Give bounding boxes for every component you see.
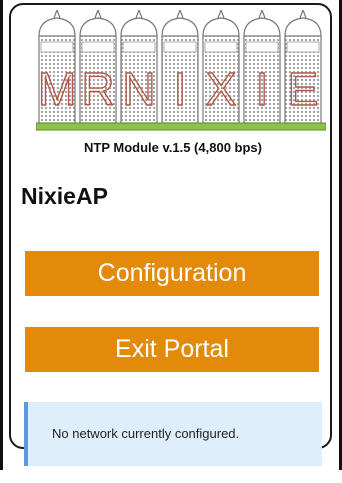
nixie-letter: I bbox=[174, 63, 187, 115]
nixie-tube: I bbox=[243, 8, 281, 124]
nixie-tube: M bbox=[37, 8, 77, 124]
nixie-tube: X bbox=[202, 8, 240, 124]
window-edge-left bbox=[0, 0, 3, 470]
exit-portal-button[interactable]: Exit Portal bbox=[25, 327, 319, 372]
nixie-tube: R bbox=[79, 8, 117, 124]
mr-nixie-logo: MRNIXIE bbox=[35, 8, 327, 135]
nixie-letter: M bbox=[38, 63, 76, 115]
page-title: NixieAP bbox=[21, 183, 108, 209]
configuration-button[interactable]: Configuration bbox=[25, 251, 319, 296]
nixie-tube: E bbox=[284, 8, 322, 124]
module-version-label: NTP Module v.1.5 (4,800 bps) bbox=[84, 140, 262, 155]
nixie-letter: R bbox=[81, 63, 114, 115]
nixie-letter: I bbox=[256, 63, 269, 115]
status-message-text: No network currently configured. bbox=[52, 426, 240, 441]
logo-base bbox=[35, 122, 327, 131]
nixie-tube: N bbox=[120, 8, 158, 124]
nixie-letter: E bbox=[288, 63, 319, 115]
nixie-letter: X bbox=[206, 63, 237, 115]
status-message: No network currently configured. bbox=[24, 402, 322, 466]
nixie-tube: I bbox=[161, 8, 199, 124]
nixie-letter: N bbox=[122, 63, 155, 115]
